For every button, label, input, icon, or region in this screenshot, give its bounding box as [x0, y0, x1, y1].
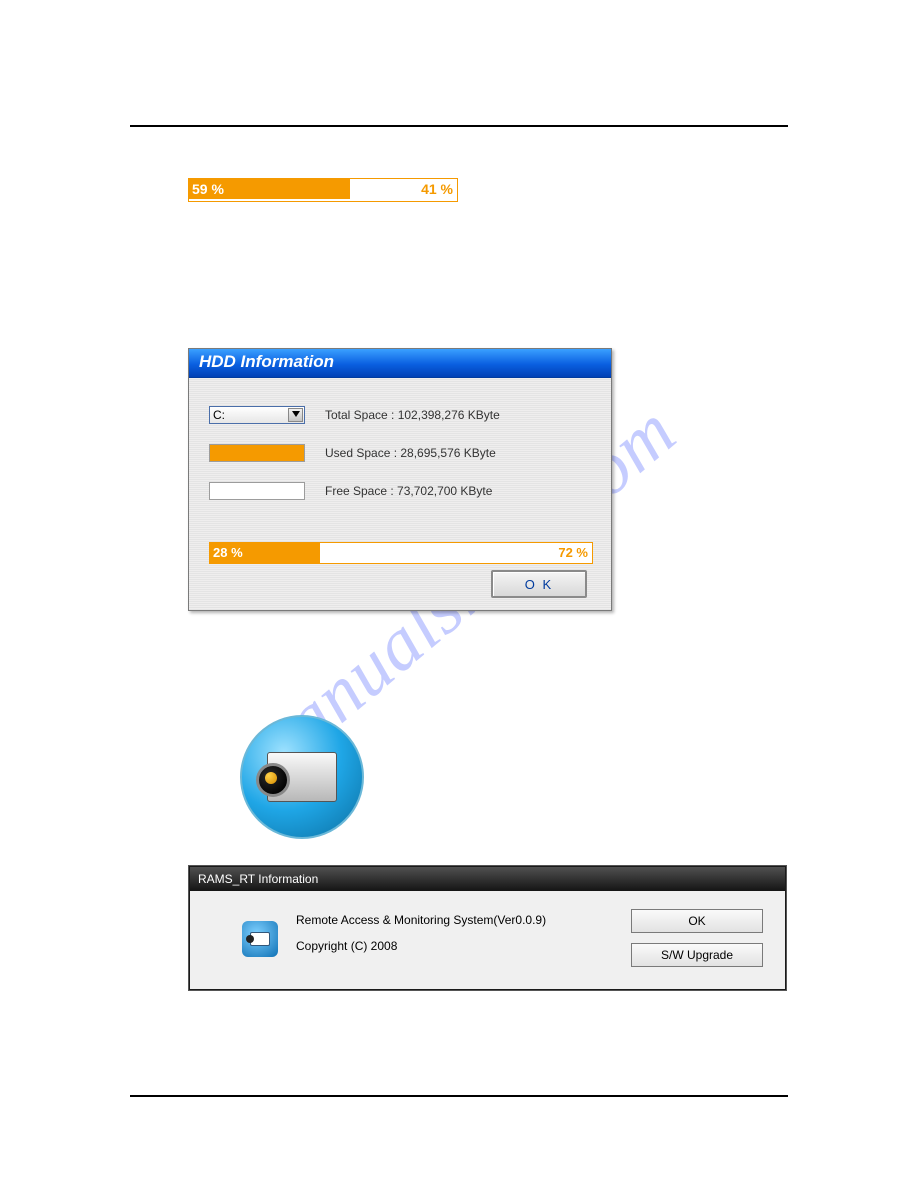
rams-app-icon: [242, 921, 278, 957]
hdd-percent-free-segment: 72 %: [320, 543, 592, 563]
hdd-dialog-title: HDD Information: [189, 349, 611, 378]
page-rule-top: [130, 125, 788, 127]
hdd-percent-bar: 28 % 72 %: [209, 542, 593, 564]
camera-lens-shape: [256, 763, 290, 797]
drive-select[interactable]: C:: [209, 406, 305, 424]
rams-copyright-text: Copyright (C) 2008: [296, 939, 397, 953]
camera-body-shape: [267, 752, 337, 802]
hdd-information-dialog: HDD Information C: Total Space : 102,398…: [188, 348, 612, 611]
disk-usage-bar-inline: 59 % 41 %: [188, 178, 458, 202]
chevron-down-icon: [292, 411, 300, 417]
disk-usage-free-segment: 41 %: [350, 179, 457, 199]
free-space-label: Free Space : 73,702,700 KByte: [325, 484, 492, 498]
rams-ok-button[interactable]: OK: [631, 909, 763, 933]
free-space-swatch: [209, 482, 305, 500]
total-space-label: Total Space : 102,398,276 KByte: [325, 408, 500, 422]
rams-sw-upgrade-button[interactable]: S/W Upgrade: [631, 943, 763, 967]
used-space-swatch: [209, 444, 305, 462]
hdd-percent-used-segment: 28 %: [210, 543, 320, 563]
hdd-ok-button[interactable]: O K: [491, 570, 587, 598]
rams-rt-information-dialog: RAMS_RT Information Remote Access & Moni…: [189, 866, 786, 990]
disk-usage-used-segment: 59 %: [189, 179, 350, 199]
rams-dialog-title: RAMS_RT Information: [190, 867, 785, 891]
drive-select-value: C:: [213, 408, 225, 422]
used-space-label: Used Space : 28,695,576 KByte: [325, 446, 496, 460]
page-rule-bottom: [130, 1095, 788, 1097]
camera-app-icon[interactable]: [240, 715, 364, 839]
rams-version-text: Remote Access & Monitoring System(Ver0.0…: [296, 913, 546, 927]
